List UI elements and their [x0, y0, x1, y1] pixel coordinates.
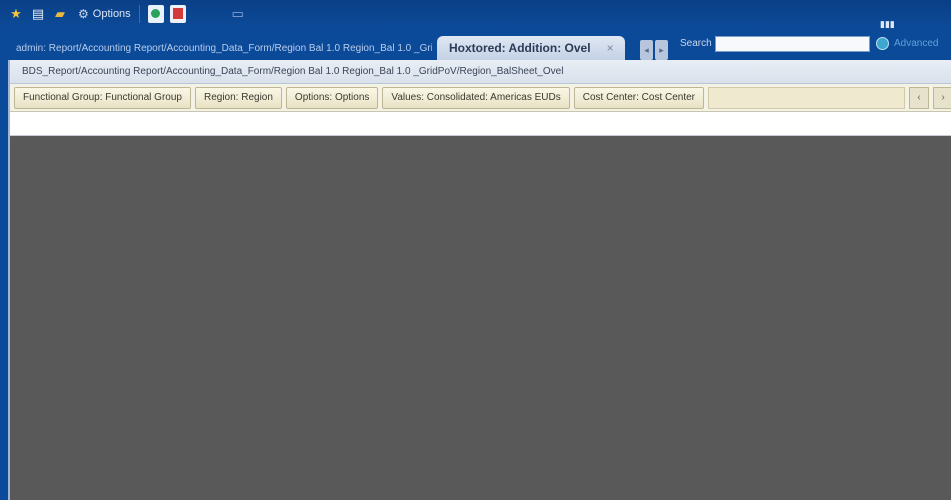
green-doc-icon[interactable] — [147, 5, 164, 23]
nav-forward-icon[interactable]: ▸ — [655, 40, 668, 60]
scroll-left-icon[interactable]: ‹ — [909, 86, 929, 109]
pov-options[interactable]: Options: Options — [285, 86, 379, 109]
pov-functional-group[interactable]: Functional Group: Functional Group — [14, 86, 191, 109]
tab-active-label: Hoxtored: Addition: Ovel — [449, 41, 591, 55]
close-icon[interactable]: × — [607, 41, 614, 55]
pov-spacer — [708, 86, 905, 109]
star-icon[interactable]: ★ — [8, 6, 24, 22]
nav-back-icon[interactable]: ◂ — [640, 40, 653, 60]
pov-bar: Functional Group: Functional Group Regio… — [10, 84, 951, 112]
nav-icons: ◂ ▸ — [640, 40, 668, 60]
scroll-right-icon[interactable]: › — [933, 86, 951, 109]
pov-values[interactable]: Values: Consolidated: Americas EUDs — [382, 86, 570, 109]
red-doc-icon[interactable] — [169, 5, 186, 23]
top-toolbar: ★ ▤ ▰ ⚙ Options ▭ — [0, 0, 951, 28]
window-icon[interactable]: ▭ — [230, 6, 246, 22]
toolbar-divider — [138, 5, 140, 23]
options-label: Options — [92, 8, 131, 20]
user-label: ▮▮▮ — [880, 19, 895, 29]
folder-icon[interactable]: ▰ — [52, 6, 68, 22]
search-input[interactable] — [715, 36, 870, 52]
pov-region[interactable]: Region: Region — [194, 86, 282, 109]
options-button[interactable]: ⚙ Options — [78, 7, 131, 21]
advanced-link[interactable]: Advanced — [894, 38, 938, 49]
tab-active[interactable]: Hoxtored: Addition: Ovel × — [437, 36, 625, 60]
pov-cost-center[interactable]: Cost Center: Cost Center — [573, 86, 705, 109]
content-panel: BDS_Report/Accounting Report/Accounting_… — [8, 60, 951, 500]
grid-area — [10, 137, 951, 500]
tab-strip: admin: Report/Accounting Report/Accounti… — [0, 19, 951, 60]
options-icon: ⚙ — [78, 7, 89, 21]
search-label: Search — [680, 38, 712, 49]
form-header-bar — [10, 112, 951, 136]
document-icon[interactable]: ▤ — [30, 6, 46, 22]
breadcrumb: BDS_Report/Accounting Report/Accounting_… — [10, 60, 951, 84]
tab-inactive[interactable]: admin: Report/Accounting Report/Accounti… — [12, 40, 432, 60]
search-icon[interactable] — [876, 37, 889, 50]
